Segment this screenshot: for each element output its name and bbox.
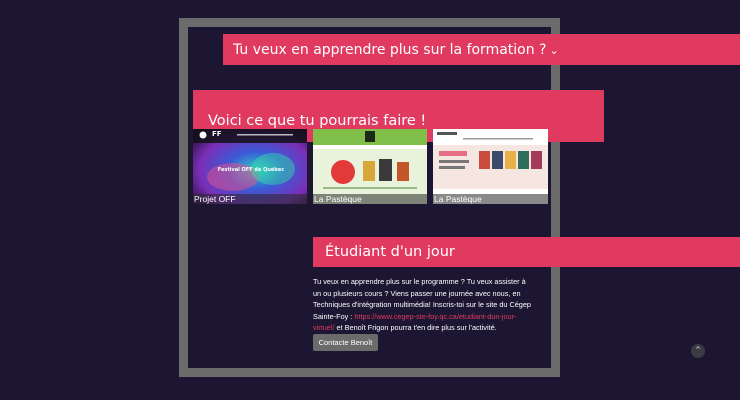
formation-banner[interactable]: Tu veux en apprendre plus sur la formati… bbox=[223, 34, 740, 65]
project-caption: Projet OFF bbox=[193, 194, 307, 204]
contact-button[interactable]: Contacte Benoît bbox=[313, 334, 378, 351]
chevron-down-icon[interactable]: ⌄ bbox=[549, 44, 558, 57]
project-card-pasteque-1[interactable]: La Pastèque bbox=[313, 129, 427, 204]
formation-title: Tu veux en apprendre plus sur la formati… bbox=[233, 41, 547, 58]
student-title: Étudiant d'un jour bbox=[325, 244, 455, 260]
project-screenshot-pasteque-2 bbox=[433, 129, 548, 204]
off-logo: FF bbox=[212, 130, 222, 138]
project-caption: La Pastèque bbox=[313, 194, 427, 204]
description-text-end: et Benoît Frigon pourra t'en dire plus s… bbox=[334, 323, 497, 332]
project-caption: La Pastèque bbox=[433, 194, 548, 204]
student-description: Tu veux en apprendre plus sur le program… bbox=[313, 276, 533, 334]
student-banner: Étudiant d'un jour bbox=[313, 237, 740, 267]
project-card-off[interactable]: FF Festival OFF de Québec Projet OFF bbox=[193, 129, 307, 204]
project-card-pasteque-2[interactable]: La Pastèque bbox=[433, 129, 548, 204]
off-site-title: Festival OFF de Québec bbox=[217, 167, 285, 173]
project-screenshot-pasteque bbox=[313, 129, 427, 204]
chevron-up-icon[interactable]: ⌃ bbox=[691, 344, 705, 358]
projects-title: Voici ce que tu pourrais faire ! bbox=[208, 113, 427, 129]
